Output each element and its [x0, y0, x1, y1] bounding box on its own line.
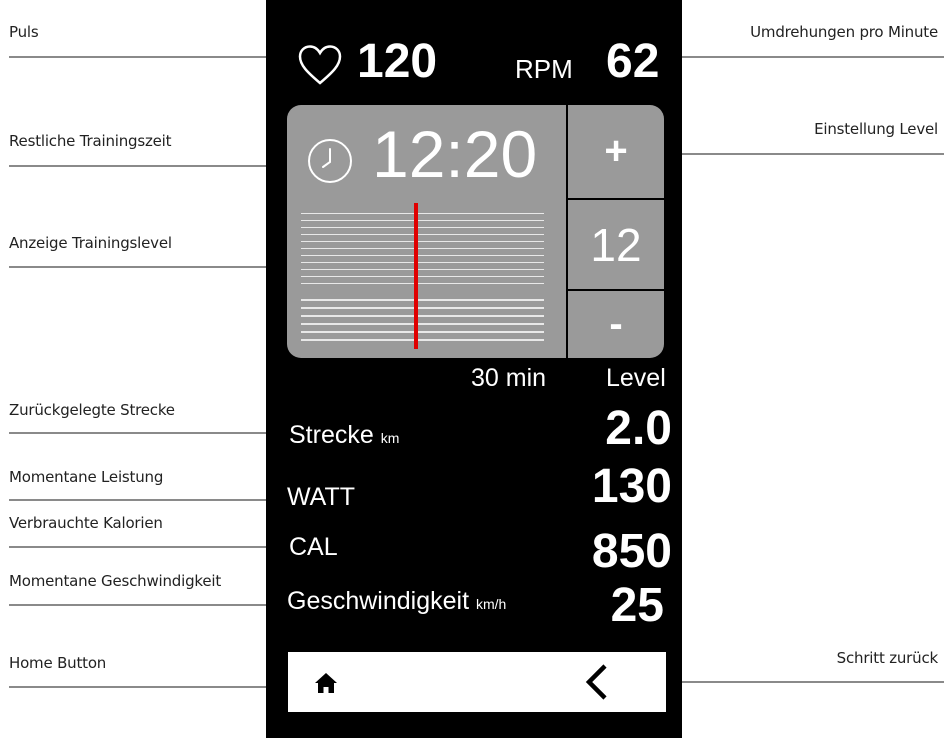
- progress-marker: [414, 203, 418, 349]
- level-bar: [301, 262, 544, 263]
- distance-label: Strecke km: [289, 423, 399, 448]
- calories-value: 850: [591, 525, 672, 578]
- duration-label: 30 min: [471, 364, 547, 392]
- clock-icon: [308, 139, 352, 183]
- level-bar: [301, 283, 544, 284]
- heart-icon: [298, 45, 342, 85]
- annotation-strecke: Zurückgelegte Strecke: [9, 401, 175, 419]
- bottom-navigation: [288, 652, 666, 712]
- speed-label-text: Geschwindigkeit: [287, 587, 470, 615]
- level-bar: [301, 269, 544, 270]
- level-bar: [301, 220, 544, 221]
- pulse-value: 120: [357, 35, 438, 88]
- distance-value: 2.0: [605, 402, 672, 455]
- level-bar: [301, 241, 544, 242]
- level-decrease-button[interactable]: -: [568, 291, 664, 358]
- level-bar-active: [301, 315, 544, 317]
- speed-value: 25: [610, 579, 664, 632]
- level-bar: [301, 234, 544, 235]
- annotation-zurueck: Schritt zurück: [836, 649, 939, 667]
- training-panel: 12:20: [287, 105, 566, 358]
- distance-label-text: Strecke: [289, 421, 374, 449]
- power-label: WATT: [287, 483, 356, 511]
- level-bar: [301, 276, 544, 277]
- level-bar: [301, 227, 544, 228]
- level-bar-active: [301, 307, 544, 309]
- annotation-line: [9, 686, 266, 688]
- annotation-geschwindigkeit: Momentane Geschwindigkeit: [9, 572, 222, 590]
- annotation-line: [9, 165, 266, 167]
- annotation-leistung: Momentane Leistung: [9, 468, 164, 486]
- chevron-left-icon[interactable]: [581, 660, 611, 704]
- annotation-home: Home Button: [9, 654, 107, 672]
- annotation-line: [644, 681, 944, 683]
- level-value: 12: [568, 200, 664, 289]
- annotation-line: [644, 153, 944, 155]
- annotation-puls: Puls: [9, 23, 39, 41]
- annotation-line: [9, 266, 266, 268]
- level-bar: [301, 213, 544, 214]
- annotation-rpm: Umdrehungen pro Minute: [750, 23, 938, 41]
- annotation-line: [9, 432, 266, 434]
- annotation-trainingslevel: Anzeige Trainingslevel: [9, 234, 172, 252]
- level-bar: [301, 255, 544, 256]
- calories-label: CAL: [289, 533, 338, 561]
- remaining-time: 12:20: [372, 117, 538, 191]
- level-label: Level: [606, 364, 666, 392]
- level-increase-button[interactable]: +: [568, 105, 664, 198]
- training-level-graph: [301, 203, 544, 353]
- home-icon[interactable]: [315, 672, 337, 694]
- annotation-kalorien: Verbrauchte Kalorien: [9, 514, 163, 532]
- annotation-restzeit: Restliche Trainingszeit: [9, 132, 172, 150]
- level-bar: [301, 248, 544, 249]
- level-bar-active: [301, 339, 544, 341]
- speed-label: Geschwindigkeit km/h: [287, 589, 506, 614]
- annotation-line: [9, 56, 266, 58]
- annotation-line: [9, 604, 266, 606]
- annotation-line: [9, 546, 266, 548]
- level-bar-active: [301, 323, 544, 325]
- speed-unit: km/h: [475, 596, 507, 612]
- level-bar-active: [301, 331, 544, 333]
- annotation-level: Einstellung Level: [814, 120, 938, 138]
- level-control: + 12 -: [568, 105, 664, 358]
- power-value: 130: [591, 460, 672, 513]
- rpm-label: RPM: [515, 54, 573, 84]
- rpm-value: 62: [606, 35, 660, 88]
- annotation-line: [682, 56, 944, 58]
- distance-unit: km: [380, 430, 400, 446]
- level-bar-active: [301, 299, 544, 301]
- device-screen: 120 RPM 62 12:20 + 12 - 30 min Level Str…: [266, 0, 682, 738]
- annotation-line: [9, 499, 266, 501]
